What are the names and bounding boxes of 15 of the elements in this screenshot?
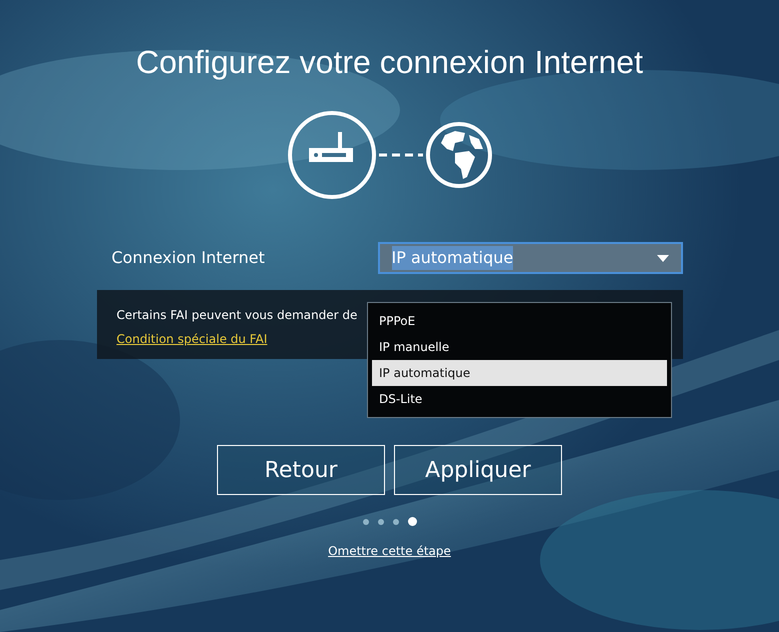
info-text: Certains FAI peuvent vous demander de — [116, 307, 358, 324]
dropdown-option[interactable]: IP manuelle — [372, 334, 667, 360]
dropdown-option[interactable]: PPPoE — [372, 308, 667, 334]
caret-icon — [656, 254, 668, 262]
page-title: Configurez votre connexion Internet — [136, 43, 643, 82]
apply-button[interactable]: Appliquer — [394, 445, 562, 495]
connection-label: Connexion Internet — [112, 247, 265, 269]
dropdown-option[interactable]: DS-Lite — [372, 386, 667, 412]
dropdown-option[interactable]: IP automatique — [372, 360, 667, 386]
router-icon — [286, 110, 376, 200]
back-button[interactable]: Retour — [217, 445, 385, 495]
globe-icon — [424, 121, 492, 189]
dashed-connector — [378, 152, 422, 158]
skip-link[interactable]: Omettre cette étape — [328, 542, 451, 560]
isp-condition-link[interactable]: Condition spéciale du FAI — [116, 330, 268, 348]
